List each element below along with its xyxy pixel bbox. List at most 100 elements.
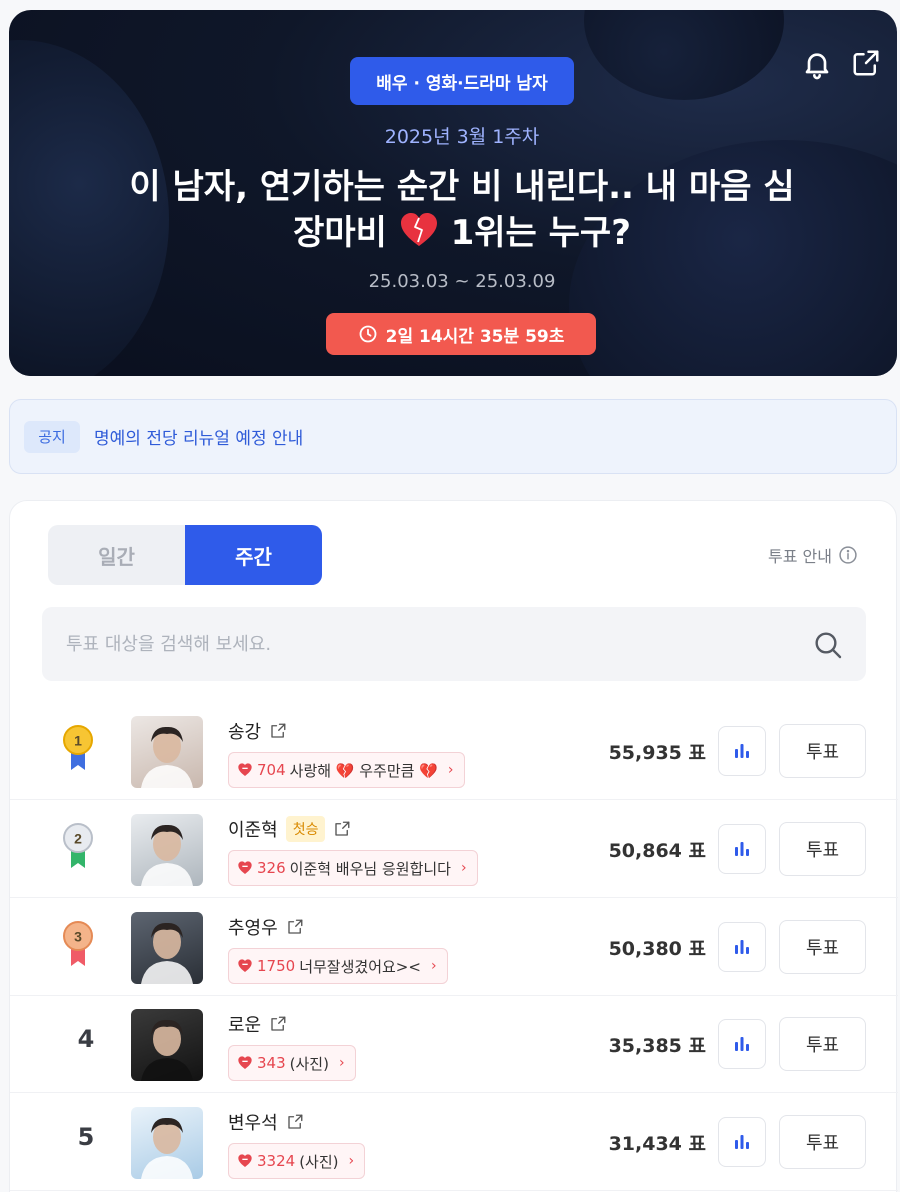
external-link-icon[interactable] (286, 918, 304, 936)
comment-count: 343 (257, 1054, 286, 1072)
candidate-name[interactable]: 변우석 (228, 1109, 278, 1135)
avatar[interactable] (131, 1107, 203, 1179)
top-comment[interactable]: 326 이준혁 배우님 응원합니다 › (228, 850, 478, 886)
vote-count: 31,434 표 (608, 1133, 706, 1155)
svg-text:1: 1 (74, 733, 82, 749)
title-line-2b: 1위는 누구? (450, 213, 631, 253)
name-line: 변우석 (228, 1109, 304, 1135)
bar-chart-icon (735, 940, 749, 954)
bar-chart-icon (735, 1037, 749, 1051)
vote-button[interactable]: 투표 (779, 920, 866, 974)
vote-button[interactable]: 투표 (779, 1017, 866, 1071)
comment-count: 704 (257, 761, 286, 779)
candidate-name[interactable]: 로운 (228, 1011, 261, 1037)
chevron-right-icon: › (460, 860, 467, 876)
top-comment[interactable]: 3324 (사진) › (228, 1143, 366, 1179)
ranking-row: 5 변우석 3324 (사진) › 31,434 표 투표 (10, 1093, 898, 1191)
title-line-1: 이 남자, 연기하는 순간 비 내린다.. 내 마음 심 (129, 167, 795, 207)
category-badge: 배우 · 영화·드라마 남자 (350, 57, 574, 105)
medal-bronze-icon: 3 (63, 921, 93, 966)
heart-icon (238, 861, 252, 874)
ranking-row: 2 이준혁 첫승 326 이준혁 배우님 응원합니다 › 50,864 표 투표 (10, 800, 898, 898)
avatar-portrait (141, 922, 193, 984)
chevron-right-icon: › (348, 1153, 355, 1169)
comment-text: 이준혁 배우님 응원합니다 (289, 859, 451, 878)
decor-orb (584, 10, 784, 100)
chevron-right-icon: › (338, 1055, 345, 1071)
vote-count: 50,380 표 (608, 938, 706, 960)
avatar[interactable] (131, 1009, 203, 1081)
heart-icon (238, 763, 252, 776)
title-line-2a: 장마비 (293, 213, 387, 253)
external-link-icon[interactable] (286, 1113, 304, 1131)
search-box (42, 607, 866, 681)
vote-button[interactable]: 투표 (779, 724, 866, 778)
heart-icon (400, 213, 437, 246)
chevron-right-icon: › (430, 958, 437, 974)
name-line: 로운 (228, 1011, 287, 1037)
top-comment[interactable]: 343 (사진) › (228, 1045, 356, 1081)
name-line: 추영우 (228, 914, 304, 940)
stats-button[interactable] (718, 1117, 766, 1167)
rank-number: 5 (77, 1123, 95, 1151)
notice-badge: 공지 (24, 420, 80, 453)
avatar[interactable] (131, 912, 203, 984)
vote-button[interactable]: 투표 (779, 1115, 866, 1169)
external-link-icon[interactable] (269, 1015, 287, 1033)
info-icon (839, 546, 857, 564)
vote-count: 50,864 표 (608, 840, 706, 862)
hero-banner: 배우 · 영화·드라마 남자 2025년 3월 1주차 이 남자, 연기하는 순… (9, 10, 897, 376)
stats-button[interactable] (718, 726, 766, 776)
top-comment[interactable]: 704 사랑해 💔 우주만큼 💔 › (228, 752, 465, 788)
first-win-badge: 첫승 (285, 816, 326, 842)
search-input[interactable] (66, 627, 786, 661)
heart-icon (238, 1056, 252, 1069)
bar-chart-icon (735, 842, 749, 856)
notice-link[interactable]: 명예의 전당 리뉴얼 예정 안내 (94, 424, 303, 449)
avatar[interactable] (131, 716, 203, 788)
ranking-row: 3 추영우 1750 너무잘생겼어요>< › 50,380 표 투표 (10, 898, 898, 996)
poll-title: 이 남자, 연기하는 순간 비 내린다.. 내 마음 심 장마비 1위는 누구? (69, 164, 855, 256)
vote-count: 35,385 표 (608, 1035, 706, 1057)
vote-guide-link[interactable]: 투표 안내 (768, 543, 858, 567)
comment-text: (사진) (289, 1054, 329, 1073)
comment-text: 너무잘생겼어요>< (299, 957, 421, 976)
top-comment[interactable]: 1750 너무잘생겼어요>< › (228, 948, 448, 984)
share-icon[interactable] (851, 48, 881, 78)
week-label: 2025년 3월 1주차 (384, 126, 540, 148)
ranking-row: 4 로운 343 (사진) › 35,385 표 투표 (10, 995, 898, 1093)
notice-bar[interactable]: 공지 명예의 전당 리뉴얼 예정 안내 (9, 399, 897, 474)
name-line: 송강 (228, 718, 287, 744)
bell-icon[interactable] (801, 48, 833, 80)
vote-guide-label: 투표 안내 (768, 547, 832, 566)
ranking-row: 1 송강 704 사랑해 💔 우주만큼 💔 › 55,935 표 투표 (10, 702, 898, 800)
heart-icon (238, 1154, 252, 1167)
candidate-name[interactable]: 이준혁 (228, 816, 278, 842)
candidate-name[interactable]: 송강 (228, 718, 261, 744)
external-link-icon[interactable] (333, 820, 351, 838)
medal-gold-icon: 1 (63, 725, 93, 770)
rank-number: 4 (77, 1025, 95, 1053)
clock-icon (359, 325, 377, 343)
candidate-name[interactable]: 추영우 (228, 914, 278, 940)
avatar-portrait (141, 1117, 193, 1179)
tab-daily[interactable]: 일간 (48, 525, 185, 585)
name-line: 이준혁 첫승 (228, 816, 351, 842)
svg-text:2: 2 (74, 831, 82, 847)
search-icon[interactable] (812, 629, 844, 661)
stats-button[interactable] (718, 1019, 766, 1069)
stats-button[interactable] (718, 922, 766, 972)
chevron-right-icon: › (447, 762, 454, 778)
bar-chart-icon (735, 744, 749, 758)
comment-count: 3324 (257, 1152, 296, 1170)
countdown-text: 2일 14시간 35분 59초 (385, 326, 565, 347)
stats-button[interactable] (718, 824, 766, 874)
comment-count: 1750 (257, 957, 296, 975)
comment-text: 사랑해 💔 우주만큼 💔 (289, 761, 438, 780)
external-link-icon[interactable] (269, 722, 287, 740)
tab-weekly[interactable]: 주간 (185, 525, 322, 585)
vote-button[interactable]: 투표 (779, 822, 866, 876)
avatar-portrait (141, 726, 193, 788)
comment-count: 326 (257, 859, 286, 877)
avatar[interactable] (131, 814, 203, 886)
